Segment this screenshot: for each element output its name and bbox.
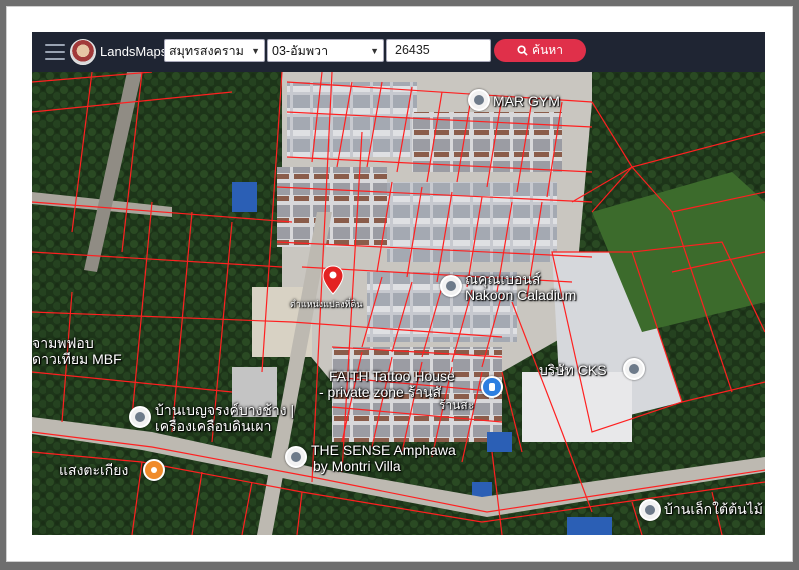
- poi-label: เครื่องเคลือบดินเผา: [155, 418, 272, 434]
- parcel-location-pin-icon[interactable]: [322, 265, 344, 295]
- poi-label: - private zone ร้านสั: [319, 384, 442, 400]
- poi-label: FAITH Tattoo House: [329, 368, 455, 384]
- poi-label: บริษัท CKS: [539, 362, 607, 378]
- poi-label: บ้านเบญจรงค์บางช้าง |: [155, 402, 295, 418]
- search-button[interactable]: ค้นหา: [494, 39, 586, 62]
- location-icon: [623, 358, 645, 380]
- parcel-number-input[interactable]: 26435: [386, 39, 491, 62]
- poi-label: by Montri Villa: [313, 458, 401, 474]
- menu-icon[interactable]: [45, 44, 65, 60]
- location-icon: [285, 446, 307, 468]
- poi-label: บ้านเล็กใต้ต้นไม้: [664, 501, 764, 517]
- chevron-down-icon: ▼: [370, 45, 379, 56]
- pin-label: ตำแหน่งแปลงที่ดิน: [290, 299, 363, 309]
- chevron-down-icon: ▼: [251, 45, 260, 56]
- top-navbar: LandsMaps สมุทรสงคราม ▼ 03-อัมพวา ▼ 2643…: [32, 32, 765, 72]
- poi-label: จามพฟอบ: [32, 335, 94, 351]
- landsmaps-logo: [70, 39, 96, 65]
- satellite-map[interactable]: MAR GYM ณคุณเบอนส์ Nakoon Caladium FAITH…: [32, 72, 765, 535]
- poi-label: Nakoon Caladium: [465, 287, 577, 303]
- poi-label: ณคุณเบอนส์: [465, 271, 541, 287]
- store-icon: [481, 376, 503, 398]
- location-icon: [468, 89, 490, 111]
- search-icon: [517, 45, 528, 56]
- search-button-label: ค้นหา: [532, 43, 563, 57]
- location-icon: [639, 499, 661, 521]
- poi-label: แสงตะเกียง: [59, 462, 129, 478]
- app-name: LandsMaps: [100, 44, 168, 59]
- poi-label: ร้านสะ: [439, 398, 475, 412]
- district-value: 03-อัมพวา: [272, 43, 329, 58]
- province-select[interactable]: สมุทรสงคราม ▼: [164, 39, 265, 62]
- poi-label: THE SENSE Amphawa: [311, 442, 456, 458]
- district-select[interactable]: 03-อัมพวา ▼: [267, 39, 384, 62]
- province-value: สมุทรสงคราม: [169, 43, 244, 58]
- poi-label: MAR GYM: [493, 93, 560, 109]
- location-icon: [440, 275, 462, 297]
- poi-label: ดาวเทียม MBF: [32, 351, 122, 367]
- location-icon: [129, 406, 151, 428]
- restaurant-icon: [143, 459, 165, 481]
